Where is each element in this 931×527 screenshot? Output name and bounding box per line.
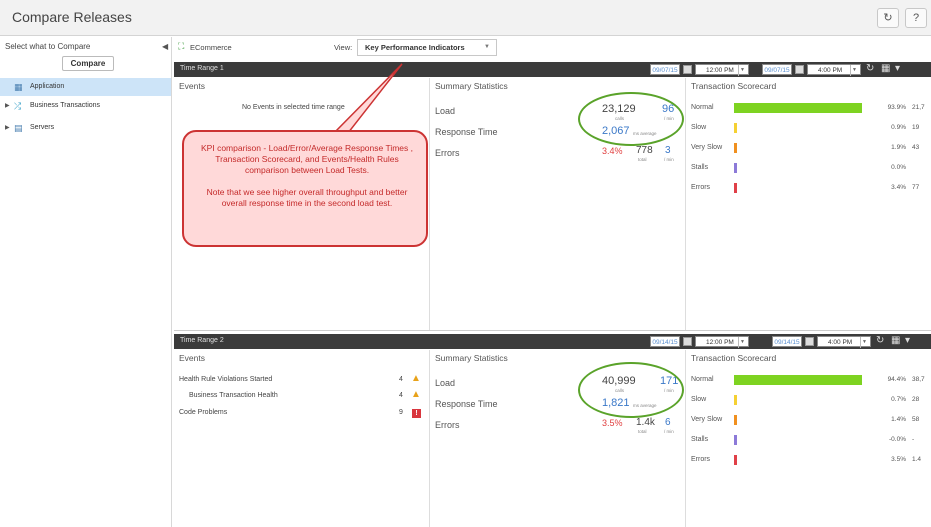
callout-text: KPI comparison - Load/Error/Average Resp… — [201, 143, 413, 175]
callout-note: Note that we see higher overall throughp… — [206, 187, 408, 208]
callout: KPI comparison - Load/Error/Average Resp… — [182, 130, 428, 247]
callout-pointer — [332, 63, 403, 134]
